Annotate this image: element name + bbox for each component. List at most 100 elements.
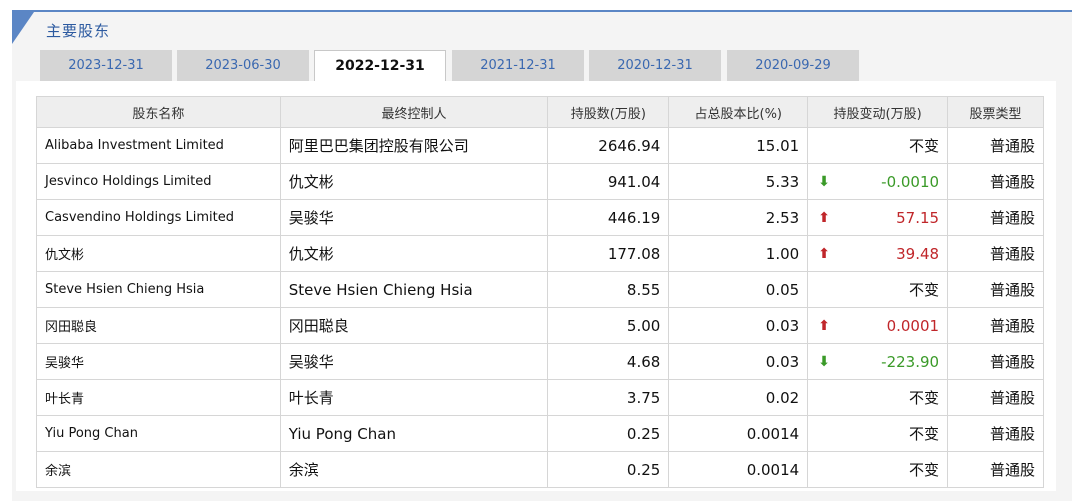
stock-type-cell: 普通股 <box>947 451 1044 488</box>
ratio-cell: 2.53 <box>668 199 809 236</box>
ratio-cell: 0.02 <box>668 379 809 416</box>
holder-name-cell: Steve Hsien Chieng Hsia <box>36 271 281 308</box>
header-type: 股票类型 <box>947 96 1044 128</box>
shares-cell: 8.55 <box>547 271 670 308</box>
tab-2023-06-30[interactable]: 2023-06-30 <box>177 50 309 81</box>
change-value: 不变 <box>909 461 940 479</box>
tab-2020-09-29[interactable]: 2020-09-29 <box>727 50 859 81</box>
stock-type-cell: 普通股 <box>947 379 1044 416</box>
ratio-cell: 0.0014 <box>668 415 809 452</box>
holder-name-cell: Yiu Pong Chan <box>36 415 281 452</box>
tab-2020-12-31[interactable]: 2020-12-31 <box>589 50 721 81</box>
change-value: 不变 <box>909 137 940 155</box>
stock-type-cell: 普通股 <box>947 163 1044 200</box>
change-cell: ⬇ -0.0010 <box>807 163 949 200</box>
controller-cell: 吴骏华 <box>279 199 549 236</box>
table-row: 冈田聪良 冈田聪良 5.00 0.03 ⬆ 0.0001 普通股 <box>36 307 1044 344</box>
table-row: Casvendino Holdings Limited 吴骏华 446.19 2.53… <box>36 199 1044 236</box>
table-row: Yiu Pong Chan Yiu Pong Chan 0.25 0.0014 不变 普通… <box>36 415 1044 452</box>
holder-name-cell: 冈田聪良 <box>36 307 281 344</box>
change-cell: 不变 <box>807 451 949 488</box>
ratio-cell: 0.05 <box>668 271 809 308</box>
shares-cell: 4.68 <box>547 343 670 380</box>
change-cell: 不变 <box>807 271 949 308</box>
tab-2023-12-31[interactable]: 2023-12-31 <box>40 50 172 81</box>
ratio-cell: 0.0014 <box>668 451 809 488</box>
ratio-cell: 5.33 <box>668 163 809 200</box>
controller-cell: 叶长青 <box>279 379 549 416</box>
tab-2021-12-31[interactable]: 2021-12-31 <box>452 50 584 81</box>
holder-name-cell: 余滨 <box>36 451 281 488</box>
change-cell: 不变 <box>807 415 949 452</box>
arrow-up-icon: ⬆ <box>818 317 830 334</box>
arrow-up-icon: ⬆ <box>818 245 830 262</box>
table-row: Alibaba Investment Limited 阿里巴巴集团控股有限公司 26… <box>36 127 1044 164</box>
table-row: 叶长青 叶长青 3.75 0.02 不变 普通股 <box>36 379 1044 416</box>
stock-type-cell: 普通股 <box>947 307 1044 344</box>
table-row: Steve Hsien Chieng Hsia Steve Hsien Chien… <box>36 271 1044 308</box>
holder-name-cell: 吴骏华 <box>36 343 281 380</box>
change-value: 39.48 <box>896 244 940 263</box>
header-change: 持股变动(万股) <box>807 96 949 128</box>
shares-cell: 941.04 <box>547 163 670 200</box>
table-row: 吴骏华 吴骏华 4.68 0.03 ⬇ -223.90 普通股 <box>36 343 1044 380</box>
change-value: -0.0010 <box>881 172 940 191</box>
shareholders-panel: 主要股东 2023-12-31 2023-06-30 2022-12-31 20… <box>12 10 1072 501</box>
header-controller: 最终控制人 <box>279 96 549 128</box>
table-header-row: 股东名称 最终控制人 持股数(万股) 占总股本比(%) 持股变动(万股) 股票类… <box>36 96 1044 128</box>
change-value: 57.15 <box>896 208 940 227</box>
change-value: 0.0001 <box>886 316 940 335</box>
controller-cell: 仇文彬 <box>279 163 549 200</box>
shares-cell: 446.19 <box>547 199 670 236</box>
table-container: 股东名称 最终控制人 持股数(万股) 占总股本比(%) 持股变动(万股) 股票类… <box>16 81 1056 491</box>
change-value: 不变 <box>909 425 940 443</box>
shares-cell: 177.08 <box>547 235 670 272</box>
stock-type-cell: 普通股 <box>947 343 1044 380</box>
change-cell: 不变 <box>807 379 949 416</box>
controller-cell: 余滨 <box>279 451 549 488</box>
stock-type-cell: 普通股 <box>947 235 1044 272</box>
controller-cell: Steve Hsien Chieng Hsia <box>279 271 549 308</box>
change-cell: ⬇ -223.90 <box>807 343 949 380</box>
holder-name-cell: 仇文彬 <box>36 235 281 272</box>
ratio-cell: 0.03 <box>668 343 809 380</box>
controller-cell: 仇文彬 <box>279 235 549 272</box>
controller-cell: Yiu Pong Chan <box>279 415 549 452</box>
change-cell: ⬆ 0.0001 <box>807 307 949 344</box>
section-title: 主要股东 <box>46 22 111 40</box>
stock-type-cell: 普通股 <box>947 127 1044 164</box>
shares-cell: 0.25 <box>547 451 670 488</box>
shares-cell: 2646.94 <box>547 127 670 164</box>
tab-2022-12-31[interactable]: 2022-12-31 <box>314 50 446 82</box>
stock-type-cell: 普通股 <box>947 199 1044 236</box>
header-ratio: 占总股本比(%) <box>668 96 809 128</box>
table-row: 余滨 余滨 0.25 0.0014 不变 普通股 <box>36 451 1044 488</box>
shares-cell: 5.00 <box>547 307 670 344</box>
stock-type-cell: 普通股 <box>947 271 1044 308</box>
arrow-up-icon: ⬆ <box>818 209 830 226</box>
arrow-down-icon: ⬇ <box>818 173 830 190</box>
change-value: 不变 <box>909 389 940 407</box>
corner-decoration <box>12 12 34 44</box>
shares-cell: 0.25 <box>547 415 670 452</box>
controller-cell: 吴骏华 <box>279 343 549 380</box>
change-value: 不变 <box>909 281 940 299</box>
arrow-down-icon: ⬇ <box>818 353 830 370</box>
ratio-cell: 15.01 <box>668 127 809 164</box>
header-shares: 持股数(万股) <box>547 96 670 128</box>
holder-name-cell: 叶长青 <box>36 379 281 416</box>
change-cell: 不变 <box>807 127 949 164</box>
header-holder-name: 股东名称 <box>36 96 281 128</box>
stock-type-cell: 普通股 <box>947 415 1044 452</box>
change-value: -223.90 <box>881 352 940 371</box>
holder-name-cell: Jesvinco Holdings Limited <box>36 163 281 200</box>
shareholders-table: 股东名称 最终控制人 持股数(万股) 占总股本比(%) 持股变动(万股) 股票类… <box>36 96 1044 488</box>
table-row: 仇文彬 仇文彬 177.08 1.00 ⬆ 39.48 普通股 <box>36 235 1044 272</box>
holder-name-cell: Casvendino Holdings Limited <box>36 199 281 236</box>
controller-cell: 冈田聪良 <box>279 307 549 344</box>
table-row: Jesvinco Holdings Limited 仇文彬 941.04 5.33 ⬇ -… <box>36 163 1044 200</box>
change-cell: ⬆ 39.48 <box>807 235 949 272</box>
holder-name-cell: Alibaba Investment Limited <box>36 127 281 164</box>
ratio-cell: 0.03 <box>668 307 809 344</box>
shares-cell: 3.75 <box>547 379 670 416</box>
